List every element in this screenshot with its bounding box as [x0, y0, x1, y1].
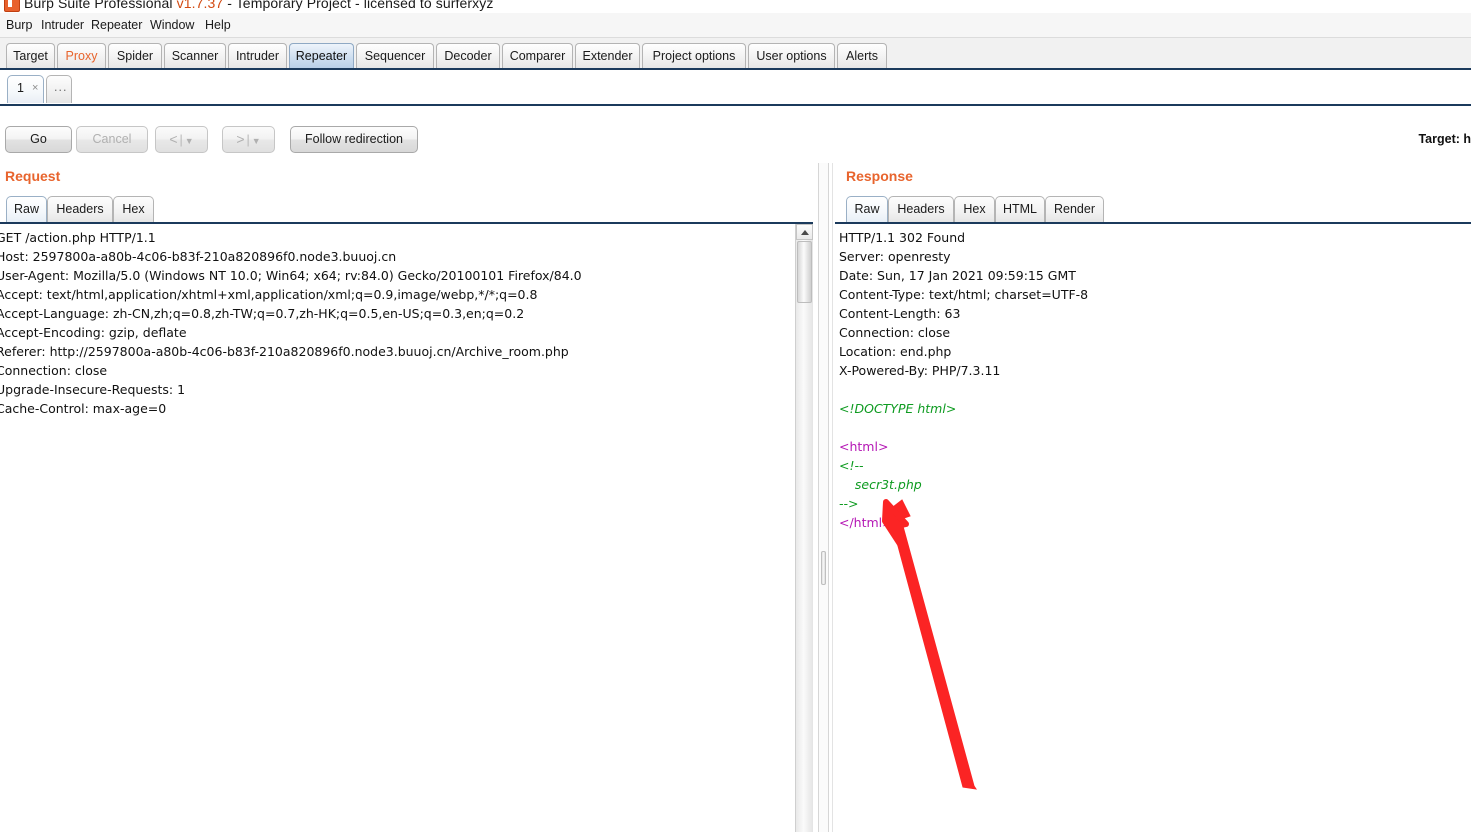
chevron-down-icon: ▼	[251, 136, 261, 146]
request-editor[interactable]: GET /action.php HTTP/1.1 Host: 2597800a-a…	[0, 228, 794, 832]
panel-splitter[interactable]	[818, 163, 829, 832]
request-tab-headers[interactable]: Headers	[47, 196, 113, 223]
window-title-suffix: - Temporary Project - licensed to surfer…	[223, 0, 494, 11]
request-tab-raw[interactable]: Raw	[6, 196, 47, 223]
request-tab-hex[interactable]: Hex	[113, 196, 154, 223]
request-panel-title: Request	[5, 168, 61, 184]
response-header-line: Content-Type: text/html; charset=UTF-8	[839, 287, 1089, 302]
response-tab-strip: Raw Headers Hex HTML Render	[846, 196, 1406, 224]
cancel-button: Cancel	[76, 126, 148, 153]
repeater-tab-add-label: ...	[54, 80, 68, 94]
request-line: Connection: close	[0, 363, 108, 378]
repeater-tab-1[interactable]: 1 ×	[7, 75, 44, 103]
response-body-line: <!DOCTYPE html>	[839, 401, 957, 416]
response-panel-edge	[832, 163, 833, 832]
scrollbar-track[interactable]	[796, 224, 813, 832]
button-separator: |	[179, 133, 183, 147]
request-line: Accept-Encoding: gzip, deflate	[0, 325, 187, 340]
tab-scanner[interactable]: Scanner	[164, 43, 226, 68]
window-title: Burp Suite Professional v1.7.37 - Tempor…	[24, 0, 493, 11]
response-header-line: Server: openresty	[839, 249, 951, 264]
repeater-tab-add[interactable]: ...	[46, 75, 72, 103]
response-body-line	[839, 418, 1469, 437]
request-line: Host: 2597800a-a80b-4c06-b83f-210a820896…	[0, 249, 397, 264]
request-tab-underline	[0, 222, 813, 224]
response-header-line: Content-Length: 63	[839, 306, 961, 321]
target-label: Target: h	[1418, 132, 1471, 146]
response-panel-title: Response	[846, 168, 913, 184]
response-body-line: </html>	[839, 515, 893, 530]
response-header-line: Date: Sun, 17 Jan 2021 09:59:15 GMT	[839, 268, 1076, 283]
response-tab-html[interactable]: HTML	[995, 196, 1045, 223]
response-header-line: Location: end.php	[839, 344, 952, 359]
response-editor[interactable]: HTTP/1.1 302 Found Server: openresty Date:…	[839, 228, 1469, 832]
menu-item-window[interactable]: Window	[147, 17, 197, 33]
repeater-tab-strip: 1 × ...	[0, 70, 1471, 106]
response-header-line: X-Powered-By: PHP/7.3.11	[839, 363, 1001, 378]
menu-item-intruder[interactable]: Intruder	[38, 17, 87, 33]
menu-item-repeater[interactable]: Repeater	[88, 17, 145, 33]
response-body-line: secr3t.php	[839, 477, 922, 492]
request-tab-strip: Raw Headers Hex	[6, 196, 786, 224]
response-tab-hex[interactable]: Hex	[954, 196, 995, 223]
tab-spider[interactable]: Spider	[108, 43, 162, 68]
button-separator: |	[246, 133, 250, 147]
main-tab-strip: Target Proxy Spider Scanner Intruder Rep…	[0, 38, 1471, 70]
response-body-line: <html>	[839, 439, 889, 454]
tab-repeater[interactable]: Repeater	[289, 43, 354, 68]
tab-comparer[interactable]: Comparer	[502, 43, 573, 68]
chevron-right-icon: >	[236, 131, 245, 147]
burp-logo-icon	[4, 0, 20, 12]
scroll-up-arrow-icon[interactable]	[796, 224, 813, 240]
tab-alerts[interactable]: Alerts	[837, 43, 887, 68]
menu-bar: Burp Intruder Repeater Window Help	[0, 13, 1471, 38]
follow-redirection-button[interactable]: Follow redirection	[290, 126, 418, 153]
chevron-left-icon: <	[169, 131, 178, 147]
menu-item-burp[interactable]: Burp	[3, 17, 35, 33]
request-line: Accept: text/html,application/xhtml+xml,…	[0, 287, 538, 302]
response-tab-underline	[835, 222, 1471, 224]
response-tab-raw[interactable]: Raw	[846, 196, 888, 223]
close-icon[interactable]: ×	[32, 82, 38, 94]
response-body-line: <!--	[839, 458, 864, 473]
tab-project-options[interactable]: Project options	[642, 43, 746, 68]
request-line: User-Agent: Mozilla/5.0 (Windows NT 10.0…	[0, 268, 582, 283]
repeater-tab-1-label: 1	[17, 81, 24, 95]
tab-target[interactable]: Target	[6, 43, 55, 68]
request-line: Referer: http://2597800a-a80b-4c06-b83f-…	[0, 344, 569, 359]
repeater-toolbar: Go Cancel < | ▼ > | ▼ Follow redirection	[0, 108, 1471, 163]
menu-item-help[interactable]: Help	[202, 17, 234, 33]
response-tab-headers[interactable]: Headers	[888, 196, 954, 223]
tab-intruder[interactable]: Intruder	[228, 43, 287, 68]
tab-user-options[interactable]: User options	[748, 43, 835, 68]
request-line: Upgrade-Insecure-Requests: 1	[0, 382, 186, 397]
window-title-bar: Burp Suite Professional v1.7.37 - Tempor…	[0, 0, 1471, 13]
back-button: < | ▼	[155, 126, 208, 153]
request-scrollbar[interactable]	[795, 224, 813, 832]
request-line: Accept-Language: zh-CN,zh;q=0.8,zh-TW;q=…	[0, 306, 525, 321]
response-header-line: HTTP/1.1 302 Found	[839, 230, 966, 245]
tab-sequencer[interactable]: Sequencer	[356, 43, 434, 68]
chevron-down-icon: ▼	[184, 136, 194, 146]
forward-button: > | ▼	[222, 126, 275, 153]
window-title-version: v1.7.37	[176, 0, 224, 11]
splitter-grip[interactable]	[821, 551, 826, 585]
go-button[interactable]: Go	[5, 126, 72, 153]
response-blank-line	[839, 380, 1469, 399]
tab-decoder[interactable]: Decoder	[436, 43, 500, 68]
tab-extender[interactable]: Extender	[575, 43, 640, 68]
response-header-line: Connection: close	[839, 325, 951, 340]
window-title-prefix: Burp Suite Professional	[24, 0, 177, 11]
request-line: Cache-Control: max-age=0	[0, 401, 167, 416]
tab-proxy[interactable]: Proxy	[57, 43, 106, 68]
request-line: GET /action.php HTTP/1.1	[0, 230, 156, 245]
scrollbar-thumb[interactable]	[797, 241, 812, 303]
response-tab-render[interactable]: Render	[1045, 196, 1104, 223]
response-body-line: -->	[839, 496, 859, 511]
